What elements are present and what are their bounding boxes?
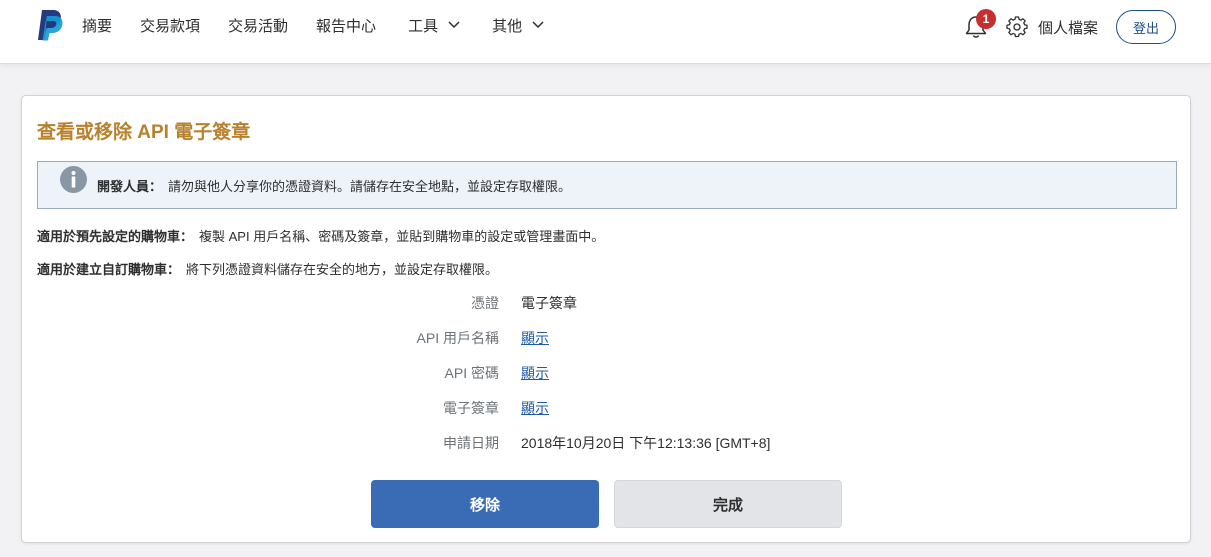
signature-row: 電子簽章 顯示 [22,398,1192,418]
show-api-username-link[interactable]: 顯示 [521,328,549,348]
nav-more[interactable]: 其他 [492,15,544,36]
info-icon [60,165,87,193]
request-date-label: 申請日期 [443,435,499,451]
preconfigured-cart-text: 複製 API 用戶名稱、密碼及簽章，並貼到購物車的設定或管理畫面中。 [199,229,605,244]
custom-cart-label: 適用於建立自訂購物車： [37,262,181,277]
nav-reports-label: 報告中心 [316,17,377,35]
developer-notice: 開發人員： 請勿與他人分享你的憑證資料。請儲存在安全地點，並設定存取權限。 [37,161,1177,209]
paypal-logo-icon[interactable] [36,9,64,41]
api-username-label: API 用戶名稱 [416,330,499,346]
nav-activity[interactable]: 交易活動 [228,15,288,36]
credential-label: 憑證 [471,295,499,311]
api-password-row: API 密碼 顯示 [22,363,1192,383]
notification-count-badge: 1 [975,9,996,29]
nav-activity-label: 交易活動 [228,17,289,35]
top-navigation-bar: 摘要 交易款項 交易活動 報告中心 工具 其他 1 個人檔案 登出 [0,0,1211,64]
chevron-down-icon [532,21,544,29]
api-signature-card: 查看或移除 API 電子簽章 開發人員： 請勿與他人分享你的憑證資料。請儲存在安全… [21,95,1191,543]
nav-transactions-label: 交易款項 [140,17,201,35]
page-title: 查看或移除 API 電子簽章 [37,122,251,143]
notifications-button[interactable]: 1 [964,9,996,40]
credential-row: 憑證 電子簽章 [22,293,1192,313]
header-actions: 1 個人檔案 登出 [964,9,1176,44]
remove-button[interactable]: 移除 [371,480,599,528]
show-signature-link[interactable]: 顯示 [521,398,549,418]
notice-message: 請勿與他人分享你的憑證資料。請儲存在安全地點，並設定存取權限。 [168,178,572,194]
gear-icon[interactable] [1006,16,1028,38]
api-password-label: API 密碼 [444,365,499,381]
nav-summary[interactable]: 摘要 [82,15,112,36]
credential-value: 電子簽章 [521,295,577,311]
custom-cart-instruction: 適用於建立自訂購物車： 將下列憑證資料儲存在安全的地方，並設定存取權限。 [37,259,498,278]
main-nav: 摘要 交易款項 交易活動 報告中心 工具 其他 [82,0,572,50]
nav-tools-label: 工具 [408,17,439,35]
nav-tools[interactable]: 工具 [408,15,460,36]
preconfigured-cart-instruction: 適用於預先設定的購物車： 複製 API 用戶名稱、密碼及簽章，並貼到購物車的設定或… [37,226,604,245]
chevron-down-icon [448,21,460,29]
notice-label: 開發人員： [97,178,163,194]
nav-summary-label: 摘要 [82,17,113,35]
logout-button[interactable]: 登出 [1116,10,1176,44]
api-username-row: API 用戶名稱 顯示 [22,328,1192,348]
request-date-row: 申請日期 2018年10月20日 下午12:13:36 [GMT+8] [22,433,1192,453]
request-date-value: 2018年10月20日 下午12:13:36 [GMT+8] [521,435,771,451]
notice-text: 開發人員： 請勿與他人分享你的憑證資料。請儲存在安全地點，並設定存取權限。 [97,176,571,195]
done-button[interactable]: 完成 [614,480,842,528]
nav-more-label: 其他 [492,17,523,35]
preconfigured-cart-label: 適用於預先設定的購物車： [37,229,194,244]
custom-cart-text: 將下列憑證資料儲存在安全的地方，並設定存取權限。 [186,262,499,277]
nav-transactions[interactable]: 交易款項 [140,15,200,36]
show-api-password-link[interactable]: 顯示 [521,363,549,383]
signature-label: 電子簽章 [443,400,499,416]
nav-reports[interactable]: 報告中心 [316,15,376,36]
profile-link[interactable]: 個人檔案 [1038,17,1098,38]
